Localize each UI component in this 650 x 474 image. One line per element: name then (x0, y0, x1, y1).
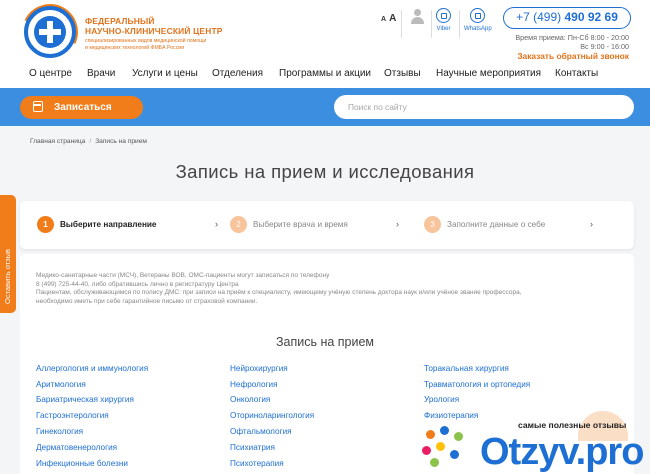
specialty-link[interactable]: Бариатрическая хирургия (36, 395, 134, 404)
logo-subtitle-line2: и медицинских технологий ФМБА России (85, 44, 185, 51)
logo-title[interactable]: ФЕДЕРАЛЬНЫЙ НАУЧНО-КЛИНИЧЕСКИЙ ЦЕНТР (85, 16, 223, 36)
step-number: 3 (424, 216, 441, 233)
nav-item-reviews[interactable]: Отзывы (384, 68, 421, 79)
specialty-link[interactable]: Нейрохирургия (230, 364, 288, 373)
divider (401, 10, 402, 38)
notice-line: Пациентам, обслуживающимся по полису ДМС… (36, 289, 522, 296)
specialty-link[interactable]: Нефрология (230, 380, 278, 389)
step-label: Заполните данные о себе (447, 220, 546, 229)
step-direction[interactable]: 1 Выберите направление (37, 216, 157, 234)
nav-item-services[interactable]: Услуги и цены (132, 68, 198, 79)
whatsapp-icon (470, 8, 486, 23)
phone-prefix: +7 (499) (516, 10, 565, 24)
hours-weekdays: Время приема: Пн-Сб 8:00 - 20:00 (515, 33, 629, 42)
logo-subtitle-line1: специализированных видов медицинской пом… (85, 38, 207, 44)
search-input[interactable] (334, 95, 634, 119)
viber-icon (436, 8, 451, 23)
specialty-link[interactable]: Онкология (230, 395, 270, 404)
feedback-tab[interactable]: Оставить отзыв (0, 195, 16, 313)
step-label: Выберите направление (60, 220, 157, 229)
hours-sunday: Вс 9:00 - 16:00 (580, 42, 629, 51)
font-large-button[interactable]: A (389, 13, 396, 24)
nav-item-programs[interactable]: Программы и акции (279, 68, 371, 79)
working-hours: Время приема: Пн-Сб 8:00 - 20:00 Вс 9:00… (515, 33, 629, 51)
specialty-link[interactable]: Урология (424, 395, 459, 404)
watermark-decor-icon (420, 426, 475, 470)
whatsapp-label: WhatsApp (464, 26, 492, 32)
nav-item-departments[interactable]: Отделения (212, 68, 263, 79)
watermark-logo: Otzyv.pro (480, 431, 644, 473)
step-doctor-time[interactable]: 2 Выберите врача и время (230, 216, 348, 234)
feedback-tab-label: Оставить отзыв (3, 249, 12, 304)
phone-number: 490 92 69 (564, 10, 618, 24)
specialty-link[interactable]: Травматология и ортопедия (424, 380, 530, 389)
specialty-link[interactable]: Физиотерапия (424, 411, 478, 420)
nav-item-doctors[interactable]: Врачи (87, 68, 115, 79)
breadcrumb-current: Запись на прием (95, 138, 147, 145)
specialty-link[interactable]: Оториноларингология (230, 411, 314, 420)
whatsapp-link[interactable]: WhatsApp (464, 8, 492, 32)
divider (431, 10, 432, 38)
specialty-link[interactable]: Психиатрия (230, 443, 275, 452)
chevron-right-icon: › (396, 219, 399, 229)
notice-line: необходимо иметь при себе гарантийное пи… (36, 297, 258, 305)
chevron-right-icon: › (590, 219, 593, 229)
callback-link[interactable]: Заказать обратный звонок (517, 51, 629, 61)
divider (459, 10, 460, 38)
specialty-link[interactable]: Аритмология (36, 380, 86, 389)
site-header: ФЕДЕРАЛЬНЫЙ НАУЧНО-КЛИНИЧЕСКИЙ ЦЕНТР спе… (0, 0, 650, 68)
calendar-icon (33, 101, 43, 112)
step-number: 2 (230, 216, 247, 233)
section-title: Запись на прием (275, 335, 375, 349)
breadcrumb: Главная страница / Запись на прием (30, 138, 147, 145)
notice-text: Медико-санитарные части (МСЧ), Ветераны … (36, 272, 616, 306)
user-icon[interactable] (410, 9, 424, 25)
font-size-control: AA (381, 13, 396, 24)
chevron-right-icon: › (215, 219, 218, 229)
font-small-button[interactable]: A (381, 16, 386, 23)
notice-line: 8 (499) 725-44-40, либо обратившись личн… (36, 280, 239, 288)
specialty-link[interactable]: Аллергология и иммунология (36, 364, 148, 373)
step-personal-data[interactable]: 3 Заполните данные о себе (424, 216, 545, 234)
watermark-tagline: самые полезные отзывы (518, 420, 627, 430)
notice-line: Медико-санитарные части (МСЧ), Ветераны … (36, 272, 330, 279)
nav-item-about[interactable]: О центре (29, 68, 72, 79)
breadcrumb-separator: / (89, 138, 92, 145)
breadcrumb-home[interactable]: Главная страница (30, 138, 85, 145)
specialty-link[interactable]: Инфекционные болезни (36, 459, 128, 468)
logo-subtitle: специализированных видов медицинской пом… (85, 38, 215, 51)
specialty-link[interactable]: Торакальная хирургия (424, 364, 509, 373)
specialty-link[interactable]: Дерматовенерология (36, 443, 117, 452)
viber-link[interactable]: Viber (436, 8, 451, 32)
page-title: Запись на прием и исследования (175, 161, 475, 182)
logo-title-line1: ФЕДЕРАЛЬНЫЙ (85, 16, 155, 26)
nav-item-science[interactable]: Научные мероприятия (436, 68, 541, 79)
nav-item-contacts[interactable]: Контакты (555, 68, 598, 79)
viber-label: Viber (436, 26, 451, 32)
phone-button[interactable]: +7 (499) 490 92 69 (503, 7, 631, 29)
specialty-link[interactable]: Гастроэнтерология (36, 411, 109, 420)
medical-cross-icon (39, 21, 61, 43)
specialty-link[interactable]: Гинекология (36, 427, 83, 436)
specialty-link[interactable]: Психотерапия (230, 459, 284, 468)
logo-title-line2: НАУЧНО-КЛИНИЧЕСКИЙ ЦЕНТР (85, 26, 223, 36)
step-number: 1 (37, 216, 54, 233)
main-nav: О центре Врачи Услуги и цены Отделения П… (0, 62, 650, 88)
specialty-link[interactable]: Офтальмология (230, 427, 292, 436)
step-label: Выберите врача и время (253, 220, 348, 229)
